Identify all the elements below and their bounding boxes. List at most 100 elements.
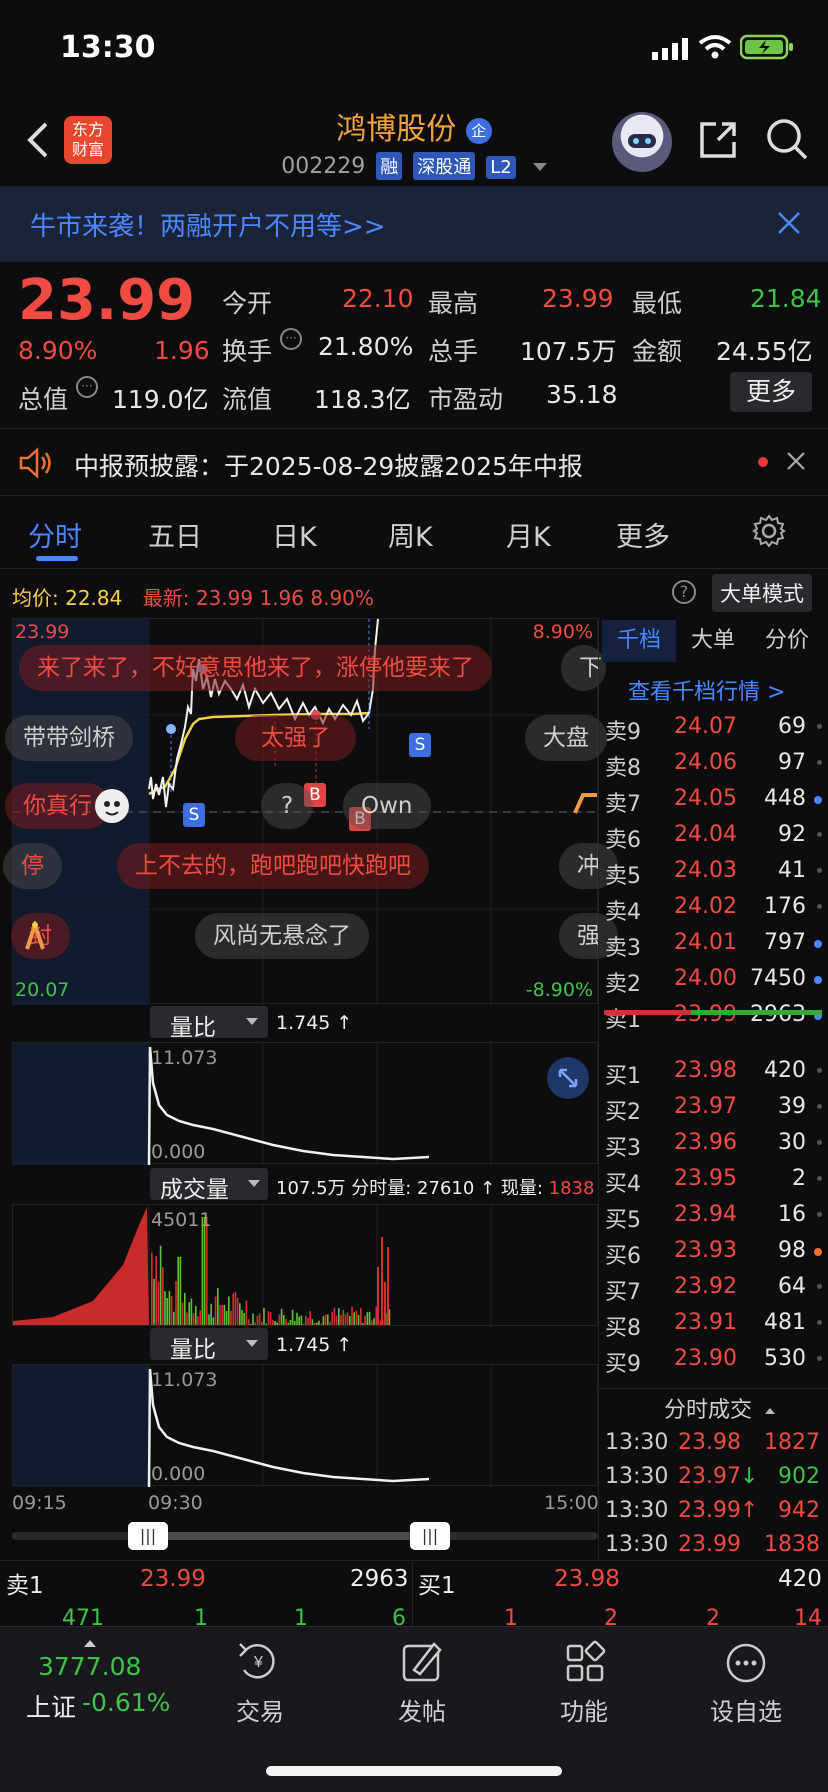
big-order-mode-button[interactable]: 大单模式 <box>712 574 812 612</box>
ask-volume: 797 <box>764 930 806 955</box>
ask-row[interactable]: 卖9 24.07 69 <box>602 710 824 746</box>
volume-bar <box>289 1319 292 1325</box>
range-handle-left[interactable]: ||| <box>128 1522 168 1550</box>
volume-bar <box>157 1281 160 1325</box>
view-depth-link[interactable]: 查看千档行情 > <box>628 674 785 706</box>
ask-row[interactable]: 卖7 24.05 448 <box>602 782 824 818</box>
ask-row[interactable]: 卖6 24.04 92 <box>602 818 824 854</box>
nav-post[interactable]: 发帖 <box>352 1630 492 1727</box>
bid-row[interactable]: 买1 23.98 420 <box>602 1054 824 1090</box>
bid-row[interactable]: 买5 23.94 16 <box>602 1198 824 1234</box>
indicator-1-chart[interactable]: 11.073 0.000 <box>12 1042 598 1165</box>
chevron-down-icon[interactable] <box>532 163 547 171</box>
ticks-header[interactable]: 分时成交 <box>664 1392 776 1424</box>
tab-price-distribution[interactable]: 分价 <box>750 620 824 662</box>
ask-row[interactable]: 卖2 24.00 7450 <box>602 962 824 998</box>
dropdown-icon <box>248 1180 260 1187</box>
ask-volume: 97 <box>778 750 806 775</box>
volume-selector[interactable]: 成交量 <box>150 1168 268 1203</box>
volume-bar <box>333 1307 336 1325</box>
ask-row[interactable]: 卖8 24.06 97 <box>602 746 824 782</box>
tab-daily-k[interactable]: 日K <box>272 515 317 554</box>
volume-bar <box>305 1315 307 1325</box>
level1-divider <box>0 1560 828 1561</box>
level1-sell-volume: 2963 <box>350 1566 409 1592</box>
bid-row[interactable]: 买4 23.95 2 <box>602 1162 824 1198</box>
bid-row[interactable]: 买6 23.93 98 <box>602 1234 824 1270</box>
sell-marker[interactable]: S <box>409 733 431 757</box>
share-icon[interactable] <box>696 118 740 166</box>
range-handle-right[interactable]: ||| <box>410 1522 450 1550</box>
bid-row[interactable]: 买9 23.90 530 <box>602 1342 824 1378</box>
svg-text:¥: ¥ <box>253 1654 263 1671</box>
spread-bar <box>604 1010 822 1015</box>
volume-bar <box>272 1319 274 1325</box>
close-icon[interactable] <box>776 210 802 240</box>
help-icon[interactable]: ? <box>672 580 696 604</box>
volume-bar <box>166 1298 168 1325</box>
level1-sell-price: 23.99 <box>140 1566 206 1592</box>
grid-icon <box>566 1640 606 1682</box>
ask-row[interactable]: 卖4 24.02 176 <box>602 890 824 926</box>
order-marker-dot <box>817 760 822 765</box>
enterprise-badge: 企 <box>465 117 492 144</box>
ask-row[interactable]: 卖3 24.01 797 <box>602 926 824 962</box>
bid-volume: 98 <box>778 1238 806 1263</box>
tab-five-day[interactable]: 五日 <box>148 515 202 554</box>
volume-bar <box>276 1322 278 1325</box>
volume-bar <box>322 1316 325 1325</box>
notice-bar[interactable]: 中报预披露：于2025-08-29披露2025年中报 <box>0 428 828 496</box>
expand-icon[interactable] <box>547 1057 589 1099</box>
bid-row[interactable]: 买8 23.91 481 <box>602 1306 824 1342</box>
price-chart[interactable]: 23.99 8.90% 20.07 -8.90% S S B B 来了来了，不好… <box>3 618 618 1005</box>
tab-monthly-k[interactable]: 月K <box>506 515 551 554</box>
volume-bar <box>280 1308 283 1325</box>
volume-bar <box>221 1305 223 1325</box>
ask-row[interactable]: 卖123.992963 <box>602 998 824 1034</box>
nav-trade[interactable]: ¥ 交易 <box>190 1630 330 1727</box>
tab-intraday[interactable]: 分时 <box>28 515 82 554</box>
order-marker-dot <box>817 724 822 729</box>
ask-row[interactable]: 卖5 24.03 41 <box>602 854 824 890</box>
robot-avatar-icon[interactable] <box>612 112 672 172</box>
bid-volume: 481 <box>764 1310 806 1335</box>
volume-bar <box>181 1302 184 1325</box>
order-marker-dot <box>817 1356 822 1361</box>
bid-row[interactable]: 买3 23.96 30 <box>602 1126 824 1162</box>
nav-functions[interactable]: 功能 <box>514 1630 654 1727</box>
index-widget[interactable]: 3777.08 上证 -0.61% <box>18 1640 188 1730</box>
indicator-2-selector[interactable]: 量比 <box>150 1328 268 1363</box>
tab-thousand-level[interactable]: 千档 <box>602 620 676 662</box>
volume-bar <box>342 1309 344 1325</box>
tab-big-orders[interactable]: 大单 <box>676 620 750 662</box>
bid-row[interactable]: 买7 23.92 64 <box>602 1270 824 1306</box>
search-icon[interactable] <box>764 116 810 166</box>
tab-more[interactable]: 更多 <box>616 515 670 554</box>
volume-chart[interactable]: 45011 <box>12 1204 598 1326</box>
tick-volume: 1827 <box>764 1430 820 1455</box>
indicator-1-selector[interactable]: 量比 <box>150 1006 268 1041</box>
current-price: 23.99 <box>18 268 196 333</box>
indicator-2-max: 11.073 <box>151 1369 218 1391</box>
volume-bar <box>256 1315 259 1325</box>
bid-row[interactable]: 买2 23.97 39 <box>602 1090 824 1126</box>
indicator-2-chart[interactable]: 11.073 0.000 <box>12 1364 598 1487</box>
nav-watchlist[interactable]: 设自选 <box>676 1630 816 1727</box>
volume-bar <box>267 1311 270 1325</box>
close-icon[interactable] <box>786 451 806 475</box>
indicator-1-min: 0.000 <box>151 1141 206 1163</box>
info-icon[interactable]: ··· <box>76 376 98 398</box>
info-icon[interactable]: ··· <box>280 328 302 350</box>
volume-bar <box>320 1323 322 1325</box>
ask-price: 24.06 <box>674 750 737 775</box>
more-button[interactable]: 更多 <box>730 372 812 412</box>
ask-price: 24.04 <box>674 822 737 847</box>
volume-bar <box>228 1296 230 1325</box>
sell-marker[interactable]: S <box>183 803 205 827</box>
promo-banner[interactable]: 牛市来袭！两融开户不用等>> <box>0 186 828 262</box>
tab-weekly-k[interactable]: 周K <box>388 515 433 554</box>
volume-bar <box>219 1304 221 1325</box>
settings-gear-icon[interactable] <box>752 514 786 552</box>
volume-bar <box>298 1316 300 1325</box>
arrow-up-icon: ↑ <box>740 1498 759 1523</box>
